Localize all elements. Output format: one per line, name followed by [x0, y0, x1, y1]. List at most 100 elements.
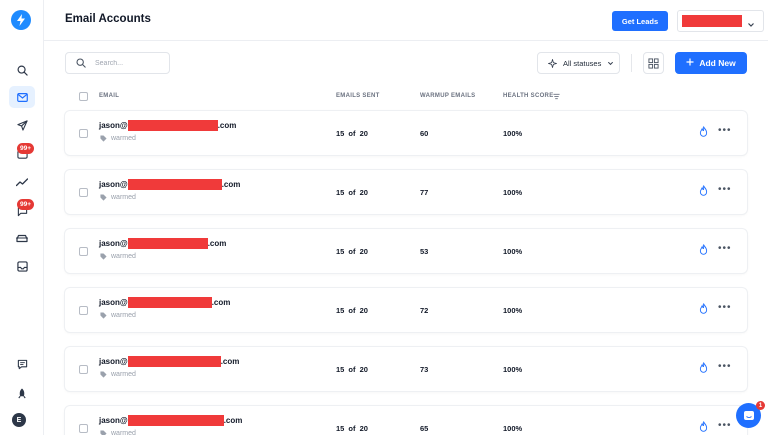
- more-icon[interactable]: •••: [718, 185, 732, 195]
- health-score-value: 100%: [503, 424, 523, 433]
- select-all-checkbox[interactable]: [79, 92, 88, 101]
- more-icon[interactable]: •••: [718, 126, 732, 136]
- email-prefix: jason@: [99, 357, 128, 366]
- table-row[interactable]: jason@ .com warmed 15 of 20 60 100% •••: [65, 111, 747, 155]
- fire-icon[interactable]: [699, 185, 708, 196]
- more-icon[interactable]: •••: [718, 303, 732, 313]
- tag-icon: [100, 194, 107, 201]
- warmed-label: warmed: [111, 371, 136, 378]
- tag-icon: [100, 253, 107, 260]
- emails-sent-value: 15 of 20: [336, 365, 368, 374]
- send-icon[interactable]: [9, 114, 35, 136]
- fire-icon[interactable]: [699, 244, 708, 255]
- sidebar: 99+ 99+ E: [0, 0, 44, 435]
- fire-icon[interactable]: [699, 362, 708, 373]
- tag-icon: [100, 371, 107, 378]
- fire-icon[interactable]: [699, 303, 708, 314]
- analytics-icon[interactable]: [9, 171, 35, 193]
- account-email: jason@ .com: [99, 415, 242, 426]
- redacted-email: [127, 297, 212, 308]
- redacted-email: [127, 179, 222, 190]
- warmup-emails-value: 72: [420, 306, 429, 315]
- warmed-label: warmed: [111, 430, 136, 435]
- get-leads-button[interactable]: Get Leads: [612, 11, 668, 31]
- email-suffix: .com: [207, 239, 227, 248]
- table-row[interactable]: jason@ .com warmed 15 of 20 65 100% •••: [65, 406, 747, 435]
- grid-view-button[interactable]: [643, 52, 664, 74]
- warmed-label: warmed: [111, 194, 136, 201]
- inbox-icon[interactable]: [9, 255, 35, 277]
- row-checkbox[interactable]: [79, 247, 88, 256]
- chevron-down-icon: [607, 60, 614, 67]
- fire-icon[interactable]: [699, 126, 708, 137]
- column-health-score[interactable]: HEALTH SCORE: [503, 93, 554, 99]
- email-suffix: .com: [220, 357, 240, 366]
- email-prefix: jason@: [99, 180, 128, 189]
- tag-icon: [100, 430, 107, 435]
- row-checkbox[interactable]: [79, 188, 88, 197]
- more-icon[interactable]: •••: [718, 421, 732, 431]
- more-icon[interactable]: •••: [718, 244, 732, 254]
- warmed-tag: warmed: [100, 253, 136, 260]
- car-icon[interactable]: [9, 227, 35, 249]
- row-checkbox[interactable]: [79, 424, 88, 433]
- chevron-down-icon: [747, 16, 755, 34]
- warmup-emails-value: 53: [420, 247, 429, 256]
- row-checkbox[interactable]: [79, 365, 88, 374]
- table-header: EMAIL EMAILS SENT WARMUP EMAILS HEALTH S…: [65, 89, 747, 105]
- rocket-icon[interactable]: [9, 382, 35, 404]
- search-box[interactable]: [65, 52, 170, 74]
- email-prefix: jason@: [99, 239, 128, 248]
- table-row[interactable]: jason@ .com warmed 15 of 20 53 100% •••: [65, 229, 747, 273]
- warmed-label: warmed: [111, 312, 136, 319]
- mail-icon[interactable]: [9, 86, 35, 108]
- column-emails-sent: EMAILS SENT: [336, 93, 380, 99]
- chat-bubble-icon: [743, 410, 754, 420]
- redacted-email: [127, 238, 208, 249]
- toolbar-divider: [631, 54, 632, 72]
- search-icon[interactable]: [9, 59, 35, 81]
- row-checkbox[interactable]: [79, 306, 88, 315]
- email-suffix: .com: [223, 416, 243, 425]
- table-row[interactable]: jason@ .com warmed 15 of 20 72 100% •••: [65, 288, 747, 332]
- add-new-label: Add New: [699, 58, 736, 68]
- account-email: jason@ .com: [99, 356, 239, 367]
- table-row[interactable]: jason@ .com warmed 15 of 20 77 100% •••: [65, 170, 747, 214]
- lightning-logo-icon[interactable]: [11, 10, 31, 30]
- status-filter-label: All statuses: [563, 58, 602, 68]
- email-prefix: jason@: [99, 298, 128, 307]
- workspace-selector[interactable]: [677, 10, 764, 32]
- feedback-icon[interactable]: [9, 353, 35, 375]
- email-prefix: jason@: [99, 121, 128, 130]
- table-row[interactable]: jason@ .com warmed 15 of 20 73 100% •••: [65, 347, 747, 391]
- account-email: jason@ .com: [99, 120, 236, 131]
- sort-icon[interactable]: [553, 93, 560, 102]
- warmed-tag: warmed: [100, 194, 136, 201]
- emails-sent-value: 15 of 20: [336, 424, 368, 433]
- unibox-badge: 99+: [17, 143, 35, 154]
- more-icon[interactable]: •••: [718, 362, 732, 372]
- email-suffix: .com: [221, 180, 241, 189]
- warmup-emails-value: 65: [420, 424, 429, 433]
- search-icon: [76, 58, 86, 68]
- status-filter-dropdown[interactable]: All statuses: [537, 52, 620, 74]
- avatar[interactable]: E: [12, 413, 26, 427]
- emails-sent-value: 15 of 20: [336, 247, 368, 256]
- account-email: jason@ .com: [99, 179, 240, 190]
- search-input[interactable]: [95, 59, 165, 67]
- emails-sent-value: 15 of 20: [336, 306, 368, 315]
- row-checkbox[interactable]: [79, 129, 88, 138]
- sparkle-icon: [548, 58, 557, 68]
- page-title: Email Accounts: [65, 13, 151, 25]
- health-score-value: 100%: [503, 365, 523, 374]
- add-new-button[interactable]: Add New: [675, 52, 747, 74]
- redacted-email: [127, 356, 221, 367]
- tag-icon: [100, 312, 107, 319]
- plus-icon: [686, 58, 694, 68]
- column-warmup-emails: WARMUP EMAILS: [420, 93, 476, 99]
- warmed-tag: warmed: [100, 135, 136, 142]
- fire-icon[interactable]: [699, 421, 708, 432]
- column-email: EMAIL: [99, 93, 120, 99]
- warmed-tag: warmed: [100, 430, 136, 435]
- warmed-tag: warmed: [100, 312, 136, 319]
